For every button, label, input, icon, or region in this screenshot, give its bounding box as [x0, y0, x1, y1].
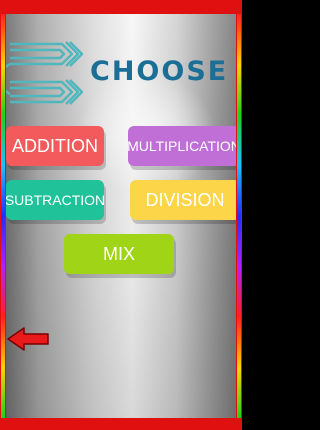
chevron-arrows-logo-icon — [6, 41, 84, 105]
back-arrow-icon[interactable] — [6, 326, 50, 352]
page-title: CHOOSE — [90, 56, 229, 87]
multiplication-button[interactable]: MULTIPLICATION — [127, 126, 236, 166]
subtraction-button[interactable]: SUBTRACTION — [6, 180, 105, 220]
addition-button[interactable]: ADDITION — [6, 126, 104, 166]
rainbow-border-right — [237, 14, 241, 418]
menu-screen: CHOOSE ADDITION MULTIPLICATION SUBTRACTI… — [6, 14, 236, 418]
mix-button[interactable]: MIX — [64, 234, 174, 274]
division-button[interactable]: DIVISION — [130, 180, 236, 220]
rainbow-border-left — [1, 14, 5, 418]
